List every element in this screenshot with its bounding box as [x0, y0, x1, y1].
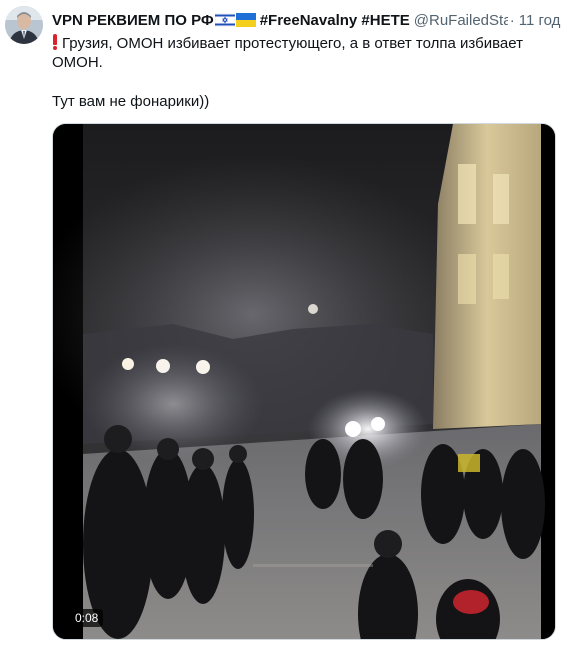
tweet-text-line-3: Тут вам не фонарики)) [52, 93, 210, 110]
israel-flag-icon [214, 12, 235, 31]
tweet-text-1: Грузия, ОМОН избивает протестующего, а в… [62, 35, 523, 52]
ukraine-flag-icon [235, 13, 256, 31]
video-duration-badge: 0:08 [70, 609, 104, 627]
author-name[interactable]: VPN РЕКВИЕМ ПО РФ [52, 12, 214, 29]
author-handle[interactable]: @RuFailedState [414, 11, 508, 31]
tweet-header: VPN РЕКВИЕМ ПО РФ #FreeNavalny #НЕТЕ @RuFa… [52, 11, 587, 31]
tweet[interactable]: VPN РЕКВИЕМ ПО РФ #FreeNavalny #НЕТЕ @RuFa… [0, 0, 587, 647]
author-hashtags[interactable]: #FreeNavalny #НЕТЕ [260, 12, 410, 29]
separator-dot: · [509, 12, 515, 29]
video-frame [53, 124, 555, 639]
video-player[interactable]: 0:08 [52, 123, 556, 640]
tweet-timestamp[interactable]: 11 год [519, 12, 561, 29]
exclamation-mark-icon [52, 34, 58, 50]
tweet-text-line-1: Грузия, ОМОН избивает протестующего, а в… [52, 34, 523, 54]
tweet-text-line-2: ОМОН. [52, 54, 103, 71]
avatar-image [5, 6, 43, 44]
avatar[interactable] [5, 6, 43, 44]
